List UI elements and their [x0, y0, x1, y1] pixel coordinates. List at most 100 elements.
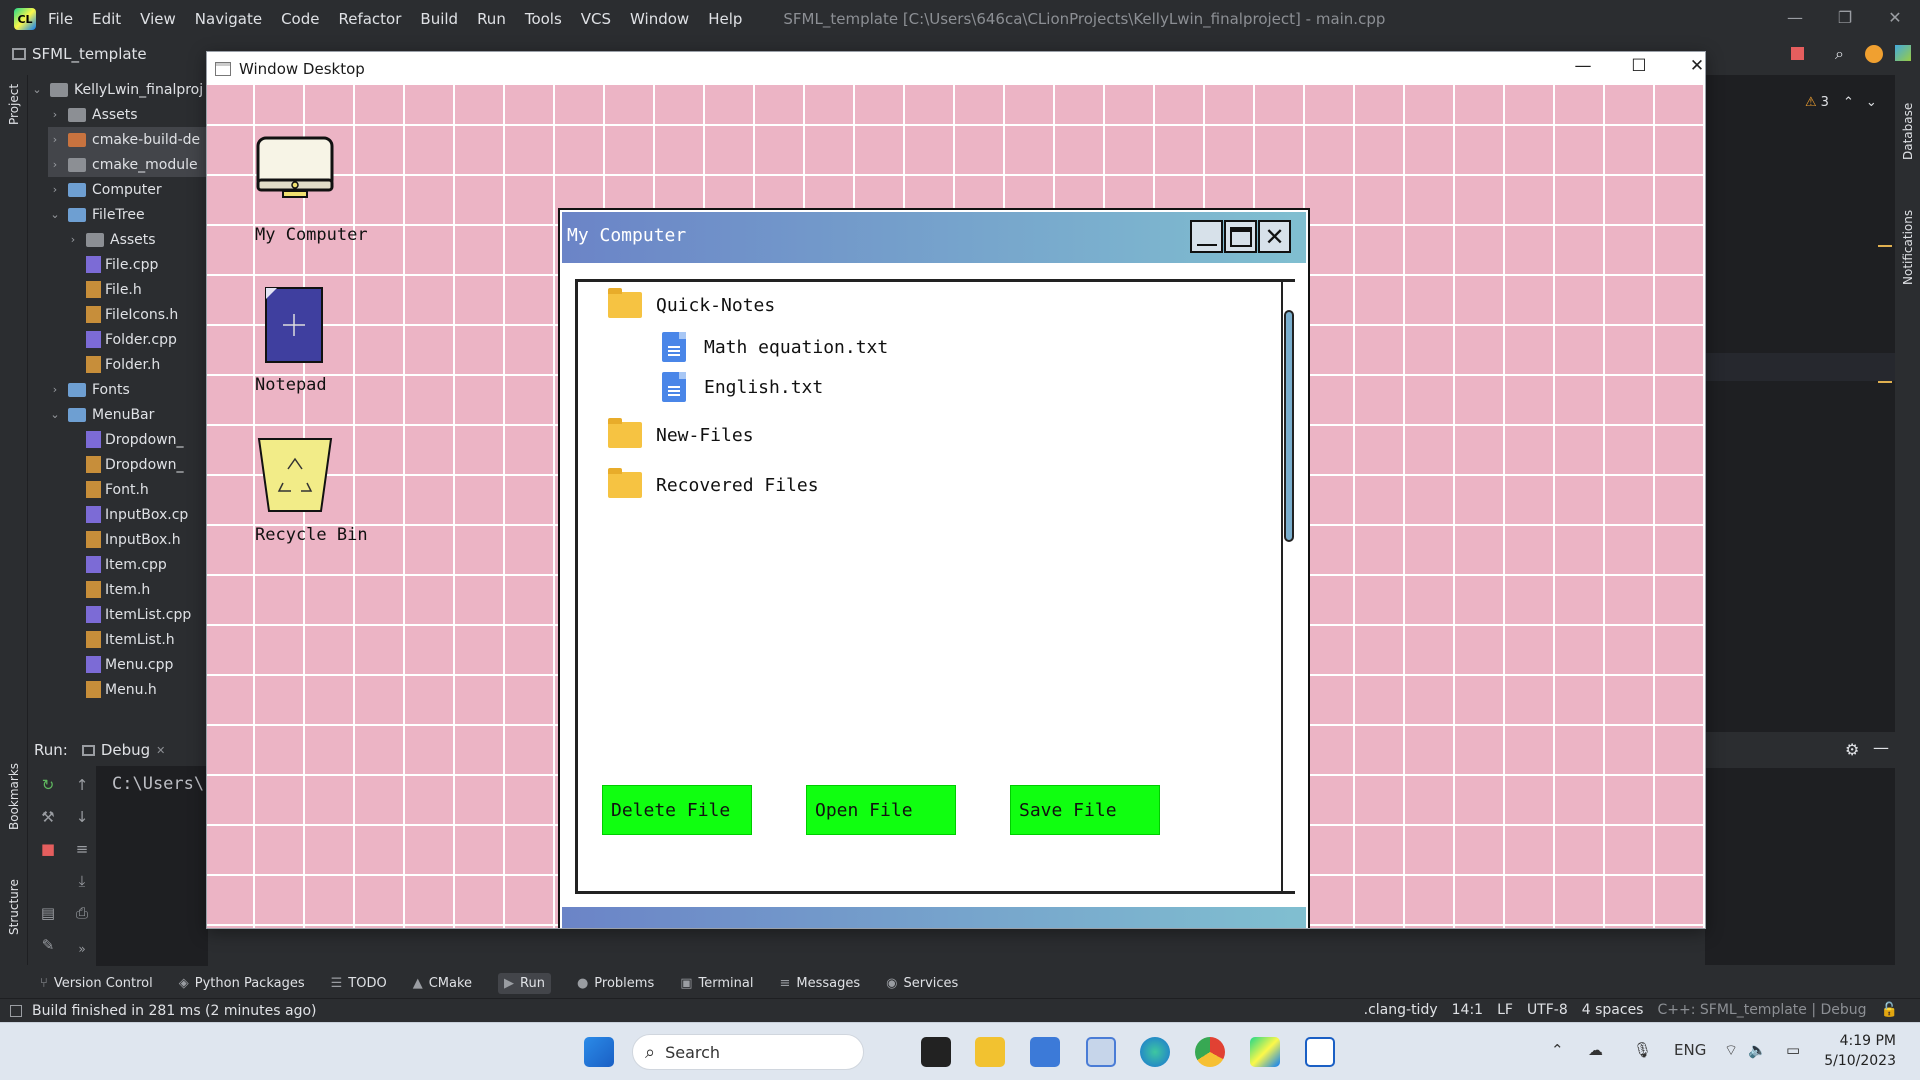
menu-build[interactable]: Build — [420, 10, 458, 28]
tree-item[interactable]: InputBox.cp — [66, 502, 208, 527]
chevron-right-icon[interactable]: › — [48, 108, 62, 121]
microphone-icon[interactable]: 🎙 — [1633, 1041, 1652, 1059]
menu-edit[interactable]: Edit — [92, 10, 121, 28]
up-arrow-icon[interactable]: ↑ — [72, 776, 92, 796]
pin-icon[interactable]: ✎ — [38, 936, 58, 956]
chevron-right-icon[interactable]: › — [48, 183, 62, 196]
menu-help[interactable]: Help — [708, 10, 742, 28]
tool-tab[interactable]: ◈ Python Packages — [179, 976, 305, 991]
editor-area[interactable]: ⚠ 3 ⌃ ⌄ — [1705, 75, 1895, 965]
minimize-icon[interactable]: — — [1770, 8, 1820, 27]
debug-tab[interactable]: Debug ✕ — [81, 741, 165, 759]
tool-tab[interactable]: ⑂ Version Control — [40, 976, 153, 991]
database-tool-label[interactable]: Database — [1901, 103, 1915, 160]
restore-icon[interactable]: ❐ — [1820, 8, 1870, 27]
desktop-icon-my-computer[interactable]: My Computer — [255, 135, 385, 245]
indent-setting[interactable]: 4 spaces — [1582, 1002, 1644, 1018]
close-icon[interactable]: ✕ — [1677, 56, 1717, 76]
chrome-icon[interactable] — [1195, 1037, 1225, 1067]
soft-wrap-icon[interactable]: ≡ — [72, 840, 92, 860]
layout-icon[interactable]: ▤ — [38, 904, 58, 924]
tool-tab[interactable]: ▣ Terminal — [680, 976, 753, 991]
stop-run-icon[interactable] — [1791, 47, 1804, 60]
sfml-title-bar[interactable]: Window Desktop — ☐ ✕ — [207, 52, 1705, 85]
save-file-button[interactable]: Save File — [1010, 785, 1160, 835]
tree-item[interactable]: Item.cpp — [66, 552, 208, 577]
chevron-down-icon[interactable]: ⌄ — [48, 208, 62, 221]
more-icon[interactable]: » — [72, 942, 92, 962]
onedrive-icon[interactable]: ☁ — [1588, 1041, 1603, 1059]
panel-toggle-icon[interactable] — [10, 1004, 22, 1017]
tree-item[interactable]: › Assets — [48, 102, 208, 127]
file-item[interactable]: English.txt — [662, 372, 823, 402]
tree-item[interactable]: FileIcons.h — [66, 302, 208, 327]
vertical-scrollbar[interactable] — [1281, 282, 1295, 891]
clion-taskbar-icon[interactable] — [1250, 1037, 1280, 1067]
desktop-icon-notepad[interactable]: Notepad — [255, 285, 385, 395]
stop-icon[interactable]: ■ — [38, 840, 58, 860]
status-message[interactable]: Build finished in 281 ms (2 minutes ago) — [32, 1003, 317, 1019]
menu-refactor[interactable]: Refactor — [338, 10, 401, 28]
bookmarks-tool-label[interactable]: Bookmarks — [7, 763, 21, 830]
print-icon[interactable]: ⎙ — [72, 904, 92, 924]
minimize-icon[interactable]: — — [1563, 56, 1603, 76]
menu-window[interactable]: Window — [630, 10, 689, 28]
menu-code[interactable]: Code — [281, 10, 319, 28]
tree-item[interactable]: InputBox.h — [66, 527, 208, 552]
file-explorer-icon[interactable] — [975, 1037, 1005, 1067]
start-icon[interactable] — [584, 1037, 614, 1067]
tool-tab[interactable]: ▶ Run — [498, 972, 551, 994]
tree-item[interactable]: Dropdown_ — [66, 452, 208, 477]
tree-item[interactable]: Font.h — [66, 477, 208, 502]
chevron-down-icon[interactable]: ⌄ — [30, 83, 44, 96]
chevron-up-icon[interactable]: ⌃ — [1551, 1041, 1564, 1059]
warnings-indicator[interactable]: ⚠ 3 ⌃ ⌄ — [1805, 95, 1877, 110]
tree-item[interactable]: ⌄ KellyLwin_finalproj — [30, 77, 208, 102]
search-icon[interactable]: ⌕ — [1835, 44, 1844, 64]
open-file-button[interactable]: Open File — [806, 785, 956, 835]
tree-item[interactable]: ⌄ MenuBar — [48, 402, 208, 427]
taskbar-clock[interactable]: 4:19 PM 5/10/2023 — [1824, 1031, 1896, 1071]
update-icon[interactable] — [1865, 45, 1883, 63]
chevron-down-icon[interactable]: ⌄ — [48, 408, 62, 421]
notepad-taskbar-icon[interactable] — [1030, 1037, 1060, 1067]
chevron-right-icon[interactable]: › — [66, 233, 80, 246]
project-tool-label[interactable]: Project — [7, 84, 21, 125]
folder-item[interactable]: Recovered Files — [608, 468, 819, 498]
menu-run[interactable]: Run — [477, 10, 506, 28]
tree-item[interactable]: › Fonts — [48, 377, 208, 402]
tree-item[interactable]: Dropdown_ — [66, 427, 208, 452]
desktop-canvas[interactable]: My Computer Notepad Recycle Bin My Compu… — [207, 85, 1705, 928]
tool-tab[interactable]: ☰ TODO — [331, 976, 387, 991]
tree-item[interactable]: File.cpp — [66, 252, 208, 277]
tree-item[interactable]: › cmake-build-de — [48, 127, 208, 152]
tree-item[interactable]: Item.h — [66, 577, 208, 602]
menu-vcs[interactable]: VCS — [581, 10, 611, 28]
menu-tools[interactable]: Tools — [525, 10, 562, 28]
snipping-tool-icon[interactable] — [1086, 1037, 1116, 1067]
volume-icon[interactable]: 🔈 — [1748, 1041, 1767, 1059]
tool-tab[interactable]: ● Problems — [577, 976, 654, 991]
chevron-right-icon[interactable]: › — [48, 133, 62, 146]
tree-item[interactable]: › Assets — [66, 227, 208, 252]
hide-panel-icon[interactable]: — — [1873, 738, 1889, 757]
tree-item[interactable]: ItemList.cpp — [66, 602, 208, 627]
tree-item[interactable]: ItemList.h — [66, 627, 208, 652]
tree-item[interactable]: Folder.h — [66, 352, 208, 377]
maximize-button[interactable] — [1224, 220, 1257, 253]
chevron-up-icon[interactable]: ⌃ — [1843, 95, 1854, 110]
build-context[interactable]: C++: SFML_template | Debug — [1657, 1002, 1866, 1018]
menu-file[interactable]: File — [48, 10, 73, 28]
scroll-to-end-icon[interactable]: ⤓ — [72, 872, 92, 892]
close-tab-icon[interactable]: ✕ — [156, 744, 165, 757]
edge-icon[interactable] — [1140, 1037, 1170, 1067]
my-computer-title-bar[interactable]: My Computer ✕ — [562, 212, 1306, 263]
wrench-icon[interactable]: ⚒ — [38, 808, 58, 828]
cursor-position[interactable]: 14:1 — [1452, 1002, 1483, 1018]
maximize-icon[interactable]: ☐ — [1619, 56, 1659, 76]
delete-file-button[interactable]: Delete File — [602, 785, 752, 835]
down-arrow-icon[interactable]: ↓ — [72, 808, 92, 828]
close-icon[interactable]: ✕ — [1870, 8, 1920, 27]
tree-item[interactable]: Menu.h — [66, 677, 208, 702]
tool-tab[interactable]: ▲ CMake — [413, 976, 472, 991]
